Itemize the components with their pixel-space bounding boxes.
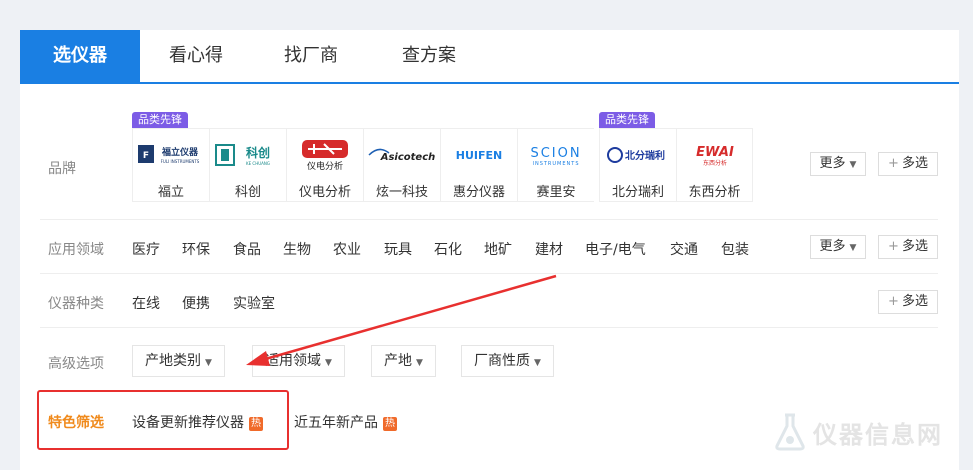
brand-beifen[interactable]: 北分瑞利 北分瑞利 — [599, 128, 676, 202]
svg-text:SCION: SCION — [530, 146, 581, 161]
field-row-label: 应用领域 — [48, 242, 104, 258]
brand-multi-select-button[interactable]: + 多选 — [878, 152, 938, 176]
svg-text:福立仪器: 福立仪器 — [161, 146, 199, 158]
type-option[interactable]: 便携 — [182, 293, 210, 313]
svg-text:东西分析: 东西分析 — [702, 159, 726, 167]
caret-down-icon: ▼ — [205, 358, 212, 368]
asicotech-logo: Asicotech — [364, 135, 440, 175]
field-option[interactable]: 交通 — [670, 239, 698, 259]
caret-down-icon: ▼ — [416, 358, 423, 368]
dropdown-origin-type[interactable]: 产地类别 ▼ — [132, 345, 225, 377]
field-option[interactable]: 电子/电气 — [585, 239, 646, 259]
field-option[interactable]: 环保 — [182, 239, 210, 259]
type-option[interactable]: 实验室 — [233, 293, 275, 313]
field-option[interactable]: 包装 — [721, 239, 749, 259]
field-option[interactable]: 玩具 — [384, 239, 412, 259]
caret-down-icon: ▼ — [849, 243, 857, 253]
scion-logo: SCION INSTRUMENTS — [518, 135, 594, 175]
plus-icon: + — [888, 239, 899, 254]
caret-down-icon: ▼ — [849, 160, 857, 170]
brand-name: 北分瑞利 — [611, 185, 664, 200]
svg-text:FULI INSTRUMENTS: FULI INSTRUMENTS — [161, 159, 200, 164]
beifen-logo: 北分瑞利 — [600, 135, 676, 175]
brand-name: 惠分仪器 — [452, 185, 505, 200]
field-more-button[interactable]: 更多 ▼ — [810, 235, 866, 259]
feature-new-products[interactable]: 近五年新产品热 — [294, 412, 397, 432]
divider — [40, 327, 938, 328]
flask-icon — [775, 413, 805, 451]
brand-asicotech[interactable]: Asicotech 炫一科技 — [363, 128, 440, 202]
dropdown-vendor-type[interactable]: 厂商性质 ▼ — [461, 345, 554, 377]
field-multi-select-button[interactable]: + 多选 — [878, 235, 938, 259]
caret-down-icon: ▼ — [534, 358, 541, 368]
pin-tag: 品类先锋 — [132, 112, 188, 128]
type-option[interactable]: 在线 — [132, 293, 160, 313]
brand-name: 福立 — [157, 185, 184, 200]
divider — [40, 273, 938, 274]
divider — [40, 219, 938, 220]
svg-text:北分瑞利: 北分瑞利 — [625, 149, 665, 162]
brand-name: 仪电分析 — [298, 185, 351, 200]
hot-badge: 热 — [383, 417, 397, 431]
tab-solutions[interactable]: 查方案 — [370, 30, 488, 82]
field-option[interactable]: 建材 — [535, 239, 563, 259]
field-option[interactable]: 生物 — [283, 239, 311, 259]
brand-name: 炫一科技 — [375, 185, 428, 200]
kechuang-logo: 科创 KE CHUANG — [210, 135, 286, 175]
yidian-logo: 仪电分析 — [287, 135, 363, 175]
svg-text:EWAI: EWAI — [696, 145, 734, 160]
brand-more-button[interactable]: 更多 ▼ — [810, 152, 866, 176]
svg-text:F: F — [143, 151, 149, 161]
brand-name: 赛里安 — [536, 185, 576, 200]
huifen-logo: HUIFEN — [441, 135, 517, 175]
field-option[interactable]: 地矿 — [484, 239, 512, 259]
svg-text:科创: 科创 — [246, 145, 270, 160]
tab-experience[interactable]: 看心得 — [140, 30, 252, 82]
plus-icon: + — [888, 156, 899, 171]
dropdown-application[interactable]: 适用领域 ▼ — [252, 345, 345, 377]
svg-text:Asicotech: Asicotech — [380, 152, 436, 163]
fuli-logo: F 福立仪器 FULI INSTRUMENTS — [133, 135, 209, 175]
brand-scion[interactable]: SCION INSTRUMENTS 赛里安 — [517, 128, 594, 202]
field-option[interactable]: 医疗 — [132, 239, 160, 259]
brand-huifen[interactable]: HUIFEN 惠分仪器 — [440, 128, 517, 202]
brand-name: 科创 — [234, 185, 261, 200]
svg-text:仪电分析: 仪电分析 — [307, 160, 343, 172]
pin-tag: 品类先锋 — [599, 112, 655, 128]
watermark: 仪器信息网 — [773, 412, 943, 452]
ewai-logo: EWAI 东西分析 — [677, 135, 752, 175]
plus-icon: + — [888, 294, 899, 309]
tab-find-vendor[interactable]: 找厂商 — [252, 30, 370, 82]
dropdown-origin[interactable]: 产地 ▼ — [371, 345, 436, 377]
svg-text:INSTRUMENTS: INSTRUMENTS — [532, 161, 579, 167]
caret-down-icon: ▼ — [325, 358, 332, 368]
brand-name: 东西分析 — [688, 185, 741, 200]
field-option[interactable]: 石化 — [434, 239, 462, 259]
advanced-row-label: 高级选项 — [48, 356, 104, 372]
tab-select-instrument[interactable]: 选仪器 — [20, 30, 140, 82]
watermark-text: 仪器信息网 — [813, 420, 943, 449]
brand-kechuang[interactable]: 科创 KE CHUANG 科创 — [209, 128, 286, 202]
brand-yidian[interactable]: 仪电分析 仪电分析 — [286, 128, 363, 202]
type-row-label: 仪器种类 — [48, 296, 104, 312]
type-multi-select-button[interactable]: + 多选 — [878, 290, 938, 314]
field-option[interactable]: 食品 — [233, 239, 261, 259]
brand-row-label: 品牌 — [48, 161, 76, 177]
tab-bar: 选仪器 看心得 找厂商 查方案 — [20, 30, 959, 84]
brand-fuli[interactable]: F 福立仪器 FULI INSTRUMENTS 福立 — [132, 128, 209, 202]
brand-ewai[interactable]: EWAI 东西分析 东西分析 — [676, 128, 753, 202]
field-option[interactable]: 农业 — [333, 239, 361, 259]
annotation-highlight-box — [37, 390, 289, 450]
svg-text:HUIFEN: HUIFEN — [456, 149, 502, 162]
svg-text:KE CHUANG: KE CHUANG — [246, 161, 270, 166]
filter-panel: 选仪器 看心得 找厂商 查方案 品牌 品类先锋 品类先锋 F 福立仪器 FULI… — [20, 30, 959, 470]
